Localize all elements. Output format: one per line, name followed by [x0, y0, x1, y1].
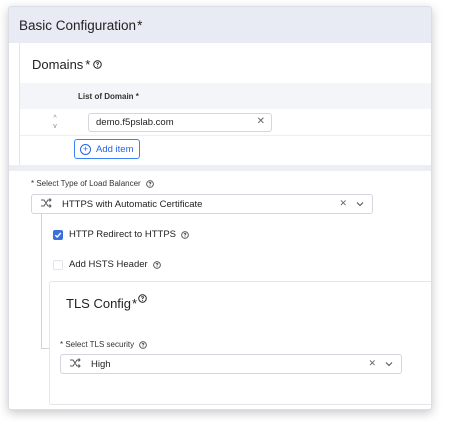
close-icon[interactable]: ✕ [368, 358, 376, 369]
close-icon[interactable]: ✕ [339, 198, 347, 209]
tls-security-label: * Select TLS security [60, 340, 147, 349]
tree-connector-line [41, 214, 42, 348]
load-balancer-value: HTTPS with Automatic Certificate [62, 198, 203, 210]
domain-list-header: List of Domain * [20, 83, 431, 109]
tls-config-section: TLS Config * * Select TLS security High … [49, 281, 431, 405]
chevron-down-icon[interactable] [356, 199, 364, 209]
shuffle-icon [40, 197, 54, 211]
domains-section: Domains * List of Domain * ^ v demo.f5psl… [19, 43, 431, 165]
tls-security-select[interactable]: High ✕ [60, 354, 402, 374]
help-icon[interactable] [138, 294, 147, 303]
http-redirect-label: HTTP Redirect to HTTPS [69, 229, 176, 240]
panel-header: Basic Configuration * [9, 7, 431, 43]
help-icon[interactable] [145, 179, 154, 188]
http-redirect-option[interactable]: HTTP Redirect to HTTPS [53, 229, 189, 240]
checkmark-icon [54, 232, 62, 238]
domains-title-text: Domains [32, 57, 84, 72]
required-mark: * [132, 296, 138, 311]
load-balancer-label-text: * Select Type of Load Balancer [31, 179, 141, 188]
required-mark: * [85, 57, 91, 72]
load-balancer-select[interactable]: HTTPS with Automatic Certificate ✕ [31, 194, 373, 214]
http-redirect-checkbox[interactable] [53, 229, 63, 240]
help-icon[interactable] [93, 60, 103, 69]
sort-arrows-icon[interactable]: ^ v [50, 115, 60, 131]
basic-configuration-panel: Basic Configuration * Domains * List of … [8, 6, 432, 410]
domain-value: demo.f5pslab.com [96, 117, 174, 128]
hsts-option[interactable]: Add HSTS Header [53, 259, 161, 270]
required-mark: * [137, 17, 143, 33]
hsts-label: Add HSTS Header [69, 259, 148, 270]
section-divider [9, 165, 431, 171]
help-icon[interactable] [139, 340, 147, 349]
shuffle-icon [69, 357, 83, 371]
tls-title-text: TLS Config [66, 296, 132, 311]
domains-title: Domains * [32, 57, 103, 72]
panel-title: Basic Configuration [19, 17, 137, 33]
add-item-button[interactable]: + Add item [74, 139, 140, 159]
domain-input[interactable]: demo.f5pslab.com ✕ [88, 113, 272, 132]
list-item: ^ v demo.f5pslab.com ✕ [20, 109, 431, 136]
chevron-down-icon[interactable] [385, 359, 393, 369]
hsts-checkbox[interactable] [53, 259, 63, 270]
tls-security-label-text: * Select TLS security [60, 340, 135, 349]
tls-security-value: High [91, 358, 111, 370]
close-icon[interactable]: ✕ [257, 116, 265, 127]
tls-config-title: TLS Config * [66, 294, 147, 311]
load-balancer-label: * Select Type of Load Balancer [31, 179, 154, 188]
plus-circle-icon: + [80, 143, 91, 155]
help-icon[interactable] [152, 260, 161, 269]
help-icon[interactable] [181, 230, 189, 239]
add-item-label: Add item [96, 143, 134, 155]
domain-column-header: List of Domain * [78, 91, 139, 101]
